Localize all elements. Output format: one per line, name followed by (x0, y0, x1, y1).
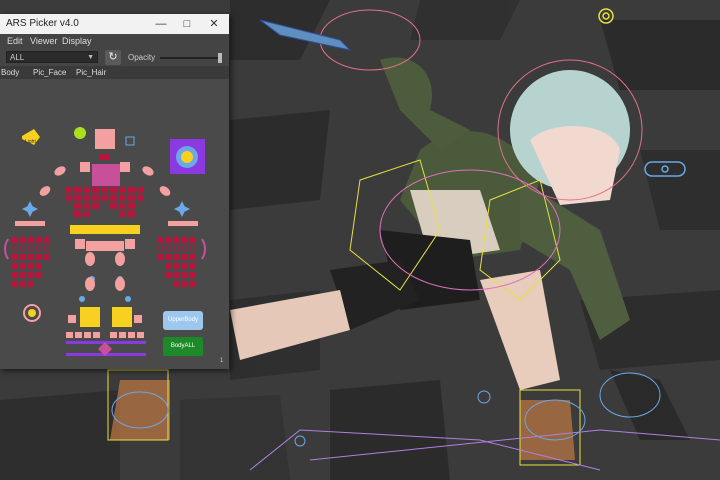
fingers-left[interactable] (12, 237, 50, 287)
hand-bar-left[interactable] (15, 221, 45, 226)
sun-icon[interactable] (74, 127, 86, 139)
waist-controller[interactable] (70, 225, 140, 234)
hip-left[interactable] (75, 239, 85, 249)
pelvis-controller[interactable] (86, 241, 124, 251)
menu-bar: Edit Viewer Display (0, 34, 229, 49)
menu-display[interactable]: Display (62, 36, 92, 46)
arm-left[interactable] (38, 184, 52, 198)
neck-controller[interactable] (100, 154, 110, 160)
thigh-right[interactable] (115, 252, 125, 266)
hip-right[interactable] (125, 239, 135, 249)
picker-toolbar: ALL ▼ ↻ Opacity (0, 49, 229, 66)
thigh-left[interactable] (85, 252, 95, 266)
arm-right[interactable] (158, 184, 172, 198)
opacity-slider[interactable] (160, 53, 222, 63)
clavicle-left[interactable] (80, 162, 90, 172)
foot-ik-right[interactable] (112, 307, 132, 327)
orbit-icon[interactable] (23, 304, 41, 322)
shoulder-left[interactable] (53, 165, 67, 178)
maximize-icon[interactable]: □ (176, 16, 198, 32)
head-controller[interactable] (95, 129, 115, 149)
page-number: 1 (220, 358, 224, 364)
toes-controllers[interactable] (66, 332, 144, 338)
hand-bar-right[interactable] (168, 221, 198, 226)
spine-controllers[interactable] (65, 187, 144, 217)
ars-picker-window[interactable]: ARS Picker v4.0 — □ ✕ Edit Viewer Displa… (0, 14, 229, 369)
finger-circles-left[interactable] (12, 245, 50, 251)
ankle-pole-left[interactable] (79, 296, 85, 302)
heel-left[interactable] (68, 315, 76, 323)
close-icon[interactable]: ✕ (203, 16, 225, 32)
chevron-down-icon: ▼ (87, 54, 94, 61)
shoulder-right[interactable] (141, 165, 155, 178)
character-select[interactable]: ALL ▼ (6, 51, 98, 63)
minimize-icon[interactable]: — (150, 16, 172, 32)
upper-body-button[interactable]: UpperBody (163, 311, 203, 330)
body-all-button[interactable]: BodyALL (163, 337, 203, 356)
tab-pic-face[interactable]: Pic_Face (33, 68, 66, 77)
tab-body[interactable]: Body (1, 68, 19, 77)
ankle-pole-right[interactable] (125, 296, 131, 302)
finger-circles-right[interactable] (158, 245, 196, 251)
foot-ik-left[interactable] (80, 307, 100, 327)
wrist-arc-left[interactable] (4, 238, 9, 260)
opacity-label: Opacity (128, 53, 156, 62)
light-label: Light (25, 139, 36, 145)
refresh-icon[interactable]: ↻ (105, 50, 121, 65)
head-aim-controller[interactable] (125, 136, 135, 146)
move-cross-icon-right[interactable] (174, 201, 190, 217)
shin-right[interactable] (115, 277, 125, 291)
circle-target-icon[interactable] (170, 139, 205, 174)
picker-tabs: Body Pic_Face Pic_Hair (0, 66, 229, 79)
character-select-value: ALL (10, 53, 25, 62)
shin-left[interactable] (85, 277, 95, 291)
window-titlebar[interactable]: ARS Picker v4.0 — □ ✕ (0, 14, 229, 34)
menu-viewer[interactable]: Viewer (30, 36, 57, 46)
chest-controller[interactable] (92, 164, 120, 186)
clavicle-right[interactable] (120, 162, 130, 172)
opacity-slider-knob[interactable] (218, 53, 222, 63)
wrist-arc-right[interactable] (201, 238, 206, 260)
heel-right[interactable] (134, 315, 142, 323)
menu-edit[interactable]: Edit (7, 36, 23, 46)
window-title: ARS Picker v4.0 (6, 18, 79, 29)
picker-canvas[interactable]: Light UpperBody BodyALL (0, 79, 229, 369)
tab-pic-hair[interactable]: Pic_Hair (76, 68, 106, 77)
move-cross-icon[interactable] (22, 201, 38, 217)
fingers-right[interactable] (158, 237, 196, 287)
